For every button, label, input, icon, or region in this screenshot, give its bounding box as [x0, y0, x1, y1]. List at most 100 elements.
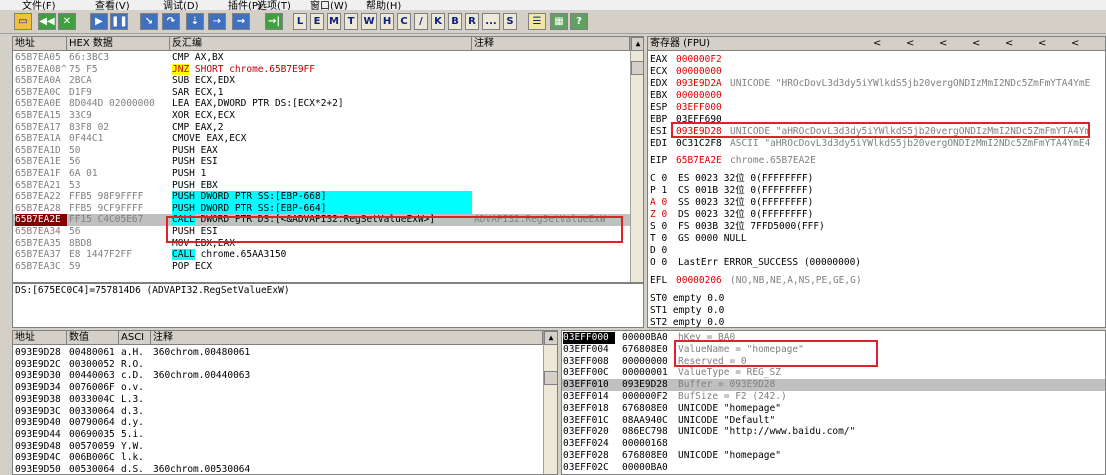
dump-header-ascii[interactable]: ASCI	[119, 331, 151, 345]
register-row[interactable]: ESP 03EFF000	[648, 102, 1103, 114]
menu-options[interactable]: 选项(T)	[257, 0, 291, 10]
help-icon[interactable]: ?	[570, 13, 588, 30]
list-icon[interactable]: ☰	[528, 13, 546, 30]
flag-row[interactable]: Z 0 DS 0023 32位 0(FFFFFFFF)	[648, 209, 1103, 221]
disasm-scrollbar[interactable]: ▲	[630, 37, 643, 282]
dump-row[interactable]: 093E9D34 0076006F o.v.	[13, 382, 543, 394]
register-row[interactable]: EFL 00000206 (NO,NB,NE,A,NS,PE,GE,G)	[648, 275, 1103, 287]
register-nav-arrow-icon[interactable]: <	[972, 38, 980, 49]
dump-row[interactable]: 093E9D28 00480061 a.H. 360chrom.00480061	[13, 347, 543, 359]
stack-row[interactable]: 03EFF018 676808E0 UNICODE "homepage"	[562, 403, 1105, 415]
menu-window[interactable]: 窗口(W)	[310, 0, 348, 10]
disasm-row[interactable]: 65B7EA21 53 PUSH EBX	[13, 180, 630, 192]
goto-icon[interactable]: →|	[265, 13, 283, 30]
pause-icon[interactable]: ❚❚	[110, 13, 128, 30]
disasm-header-comment[interactable]: 注释	[472, 37, 630, 51]
register-row[interactable]: EIP 65B7EA2E chrome.65B7EA2E	[648, 155, 1103, 167]
flag-row[interactable]: C 0 ES 0023 32位 0(FFFFFFFF)	[648, 173, 1103, 185]
step-over-icon[interactable]: ↷	[162, 13, 180, 30]
disasm-row[interactable]: 65B7EA17 83F8 02 CMP EAX,2	[13, 122, 630, 134]
dump-row[interactable]: 093E9D40 00790064 d.y.	[13, 417, 543, 429]
flag-row[interactable]: P 1 CS 001B 32位 0(FFFFFFFF)	[648, 185, 1103, 197]
dump-row[interactable]: 093E9D30 00440063 c.D. 360chrom.00440063	[13, 370, 543, 382]
register-row[interactable]: ECX 00000000	[648, 66, 1103, 78]
toolbar-btn-s[interactable]: S	[503, 13, 517, 30]
toolbar-btn-m[interactable]: M	[327, 13, 341, 30]
menu-view[interactable]: 查看(V)	[95, 0, 130, 10]
flag-row[interactable]: D 0	[648, 245, 1103, 257]
toolbar-btn-k[interactable]: K	[431, 13, 445, 30]
fpu-row[interactable]: ST1 empty 0.0	[648, 305, 1103, 317]
register-nav-arrow-icon[interactable]: <	[906, 38, 914, 49]
toolbar-btn-c[interactable]: C	[397, 13, 411, 30]
disasm-row[interactable]: 65B7EA1F 6A 01 PUSH 1	[13, 168, 630, 180]
toolbar-btn-l[interactable]: L	[293, 13, 307, 30]
toolbar-btn-h[interactable]: H	[380, 13, 394, 30]
register-nav-arrow-icon[interactable]: <	[1005, 38, 1013, 49]
flag-row[interactable]: A 0 SS 0023 32位 0(FFFFFFFF)	[648, 197, 1103, 209]
stack-row[interactable]: 03EFF01C 08AA940C UNICODE "Default"	[562, 415, 1105, 427]
restart-icon[interactable]: ◀◀	[38, 13, 56, 30]
dump-header-address[interactable]: 地址	[13, 331, 67, 345]
dump-row[interactable]: 093E9D48 00570059 Y.W.	[13, 441, 543, 453]
disasm-row[interactable]: 65B7EA28 FFB5 9CF9FFFF PUSH DWORD PTR SS:[…	[13, 202, 630, 215]
menu-debug[interactable]: 调试(D)	[163, 0, 199, 10]
disasm-row[interactable]: 65B7EA0A 2BCA SUB ECX,EDX	[13, 75, 630, 87]
step-into-icon[interactable]: ↘	[140, 13, 158, 30]
disasm-row[interactable]: 65B7EA1A 0F44C1 CMOVE EAX,ECX	[13, 133, 630, 145]
disasm-header-disasm[interactable]: 反汇编	[170, 37, 472, 51]
trace-over-icon[interactable]: ⇢	[208, 13, 226, 30]
scroll-up-icon[interactable]: ▲	[631, 37, 643, 51]
dump-row[interactable]: 093E9D38 0033004C L.3.	[13, 394, 543, 406]
register-row[interactable]: EBX 00000000	[648, 90, 1103, 102]
stack-row[interactable]: 03EFF010 093E9D28 Buffer = 093E9D28	[562, 379, 1105, 392]
grid-icon[interactable]: ▦	[550, 13, 568, 30]
register-row[interactable]: EDI 0C31C2F8 ASCII "aHROcDovL3d3dy5iYWlkdS…	[648, 138, 1103, 150]
dump-row[interactable]: 093E9D50 00530064 d.S. 360chrom.00530064	[13, 464, 543, 474]
fpu-row[interactable]: ST0 empty 0.0	[648, 293, 1103, 305]
dump-header-comment[interactable]: 注释	[151, 331, 543, 345]
toolbar-btn-r[interactable]: R	[465, 13, 479, 30]
toolbar-btn-more[interactable]: ...	[482, 13, 500, 30]
disasm-row[interactable]: 65B7EA15 33C9 XOR ECX,ECX	[13, 110, 630, 122]
stack-row[interactable]: 03EFF028 676808E0 UNICODE "homepage"	[562, 450, 1105, 462]
fpu-row[interactable]: ST2 empty 0.0	[648, 317, 1103, 327]
trace-into-icon[interactable]: ⇣	[186, 13, 204, 30]
disasm-row[interactable]: 65B7EA1D 50 PUSH EAX	[13, 145, 630, 157]
stack-row[interactable]: 03EFF020 086EC798 UNICODE "http://www.baid…	[562, 426, 1105, 438]
scroll-thumb[interactable]	[631, 61, 643, 75]
disasm-row[interactable]: 65B7EA05 66:3BC3 CMP AX,BX	[13, 52, 630, 64]
register-nav-arrow-icon[interactable]: <	[1038, 38, 1046, 49]
toolbar-btn-e[interactable]: E	[310, 13, 324, 30]
stack-row[interactable]: 03EFF00C 00000001 ValueType = REG_SZ	[562, 367, 1105, 379]
disasm-row[interactable]: 65B7EA0E 8D044D 02000000 LEA EAX,DWORD PTR…	[13, 98, 630, 110]
dump-scroll-thumb[interactable]	[544, 371, 557, 385]
disasm-row[interactable]: 65B7EA08 ^ 75 F5 JNZ SHORT chrome.65B7E9FF	[13, 63, 630, 76]
disasm-row[interactable]: 65B7EA0C D1F9 SAR ECX,1	[13, 87, 630, 99]
flag-row[interactable]: T 0 GS 0000 NULL	[648, 233, 1103, 245]
run-icon[interactable]: ▶	[90, 13, 108, 30]
open-icon[interactable]: ▭	[14, 13, 32, 30]
disasm-row[interactable]: 65B7EA1E 56 PUSH ESI	[13, 156, 630, 168]
disasm-row[interactable]: 65B7EA37 E8 1447F2FF CALL chrome.65AA3150	[13, 249, 630, 261]
flag-row[interactable]: O 0 LastErr ERROR_SUCCESS (00000000)	[648, 257, 1103, 269]
flag-row[interactable]: S 0 FS 003B 32位 7FFD5000(FFF)	[648, 221, 1103, 233]
menu-file[interactable]: 文件(F)	[22, 0, 56, 10]
toolbar-btn-patches[interactable]: /	[414, 13, 428, 30]
dump-row[interactable]: 093E9D2C 00300052 R.O.	[13, 359, 543, 371]
close-icon[interactable]: ✕	[58, 13, 76, 30]
toolbar-btn-w[interactable]: W	[361, 13, 377, 30]
register-nav-arrow-icon[interactable]: <	[939, 38, 947, 49]
stack-row[interactable]: 03EFF014 000000F2 BufSize = F2 (242.)	[562, 391, 1105, 403]
register-nav-arrow-icon[interactable]: <	[1071, 38, 1079, 49]
dump-scroll-up-icon[interactable]: ▲	[544, 331, 557, 345]
disasm-row[interactable]: 65B7EA3C 59 POP ECX	[13, 261, 630, 273]
toolbar-btn-t[interactable]: T	[344, 13, 358, 30]
stack-row[interactable]: 03EFF024 00000168	[562, 438, 1105, 450]
dump-row[interactable]: 093E9D44 00690035 5.i.	[13, 429, 543, 441]
disasm-row[interactable]: 65B7EA22 FFB5 98F9FFFF PUSH DWORD PTR SS:[…	[13, 191, 630, 204]
toolbar-btn-b[interactable]: B	[448, 13, 462, 30]
execute-till-return-icon[interactable]: →	[232, 13, 250, 30]
stack-row[interactable]: 03EFF02C 00000BA0	[562, 462, 1105, 474]
register-row[interactable]: EDX 093E9D2A UNICODE "HROcDovL3d3dy5iYWlkd…	[648, 78, 1103, 90]
